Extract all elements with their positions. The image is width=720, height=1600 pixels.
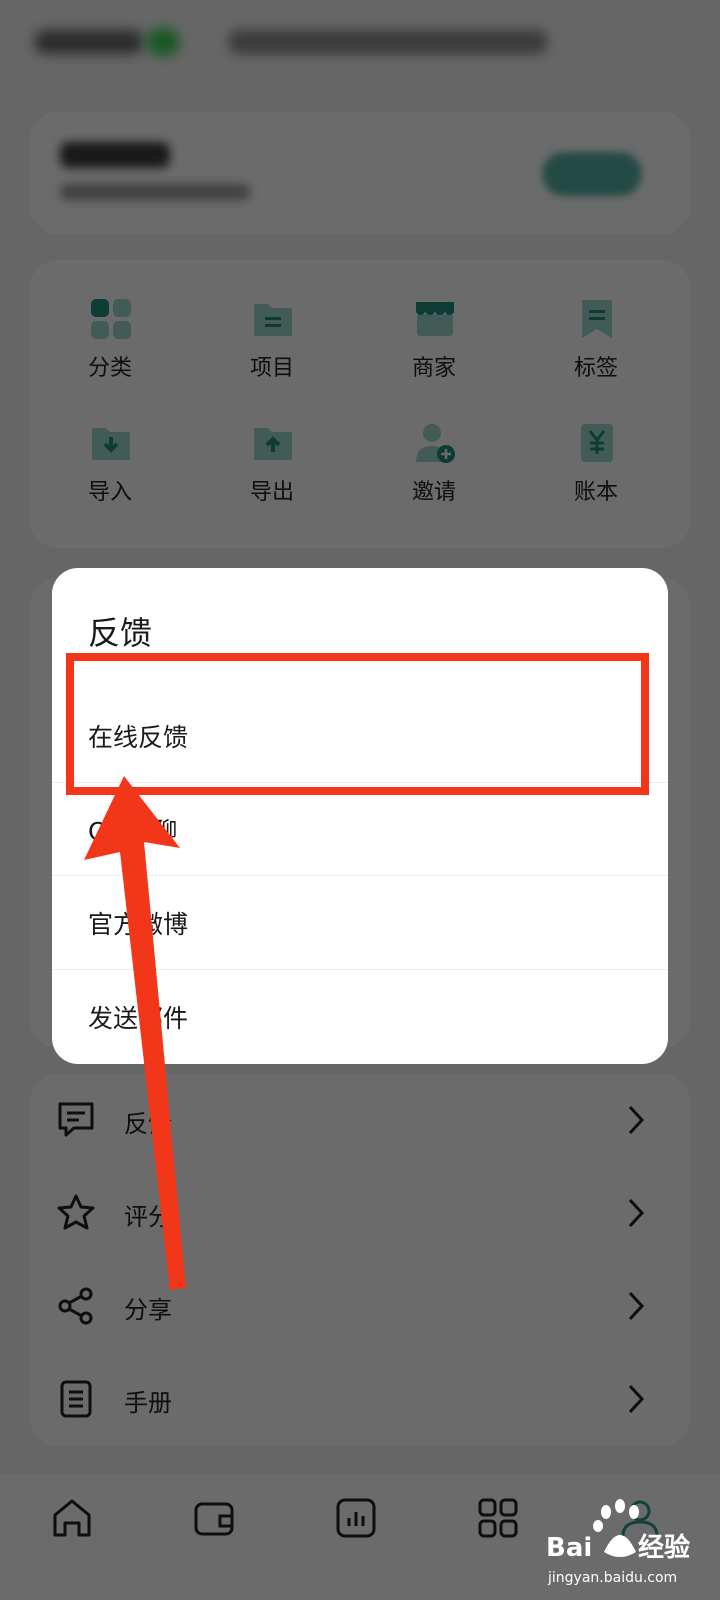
option-label: 发送邮件 [88,1004,189,1033]
option-send-email[interactable]: 发送邮件 [52,969,668,1064]
settings-page: 分类 项目 商家 标签 [0,0,720,1600]
option-label: 官方微博 [88,910,189,939]
highlight-box [66,653,649,795]
svg-text:Bai: Bai [546,1533,592,1563]
svg-text:经验: 经验 [638,1532,690,1563]
watermark-url: jingyan.baidu.com [548,1570,678,1586]
feedback-dialog: 反馈 在线反馈 QQ群聊 官方微博 发送邮件 [52,568,668,1064]
option-label: QQ群聊 [88,817,178,846]
option-official-weibo[interactable]: 官方微博 [52,875,668,970]
dialog-title: 反馈 [88,614,153,652]
option-qq-group[interactable]: QQ群聊 [52,782,668,877]
